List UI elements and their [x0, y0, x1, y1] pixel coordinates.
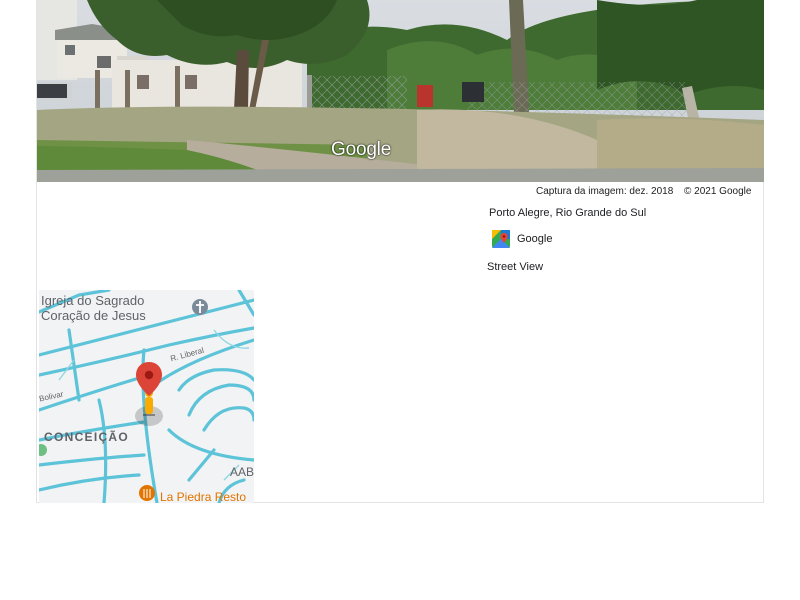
street-view-image[interactable]: [37, 0, 764, 182]
mini-map[interactable]: Igreja do Sagrado Coração de Jesus R. Li…: [39, 290, 254, 503]
map-label-church: Igreja do Sagrado Coração de Jesus: [41, 293, 146, 323]
location-title: Porto Alegre, Rio Grande do Sul: [489, 207, 647, 219]
image-capture-date: Captura da imagem: dez. 2018: [536, 186, 674, 197]
view-mode-label: Street View: [487, 261, 544, 273]
church-label-line2: Coração de Jesus: [41, 308, 146, 323]
google-maps-icon: [492, 230, 510, 248]
google-watermark: Google: [331, 139, 392, 160]
maps-link-label: Google: [517, 233, 553, 245]
map-label-neighborhood: CONCEIÇÃO: [44, 430, 130, 444]
street-view-photo: [37, 0, 764, 182]
copyright-notice: © 2021 Google: [684, 186, 752, 197]
map-label-poi: AAB: [230, 465, 254, 479]
church-label-line1: Igreja do Sagrado: [41, 293, 145, 308]
map-label-restaurant: La Piedra Resto: [160, 490, 247, 503]
google-maps-link[interactable]: Google: [492, 230, 552, 248]
